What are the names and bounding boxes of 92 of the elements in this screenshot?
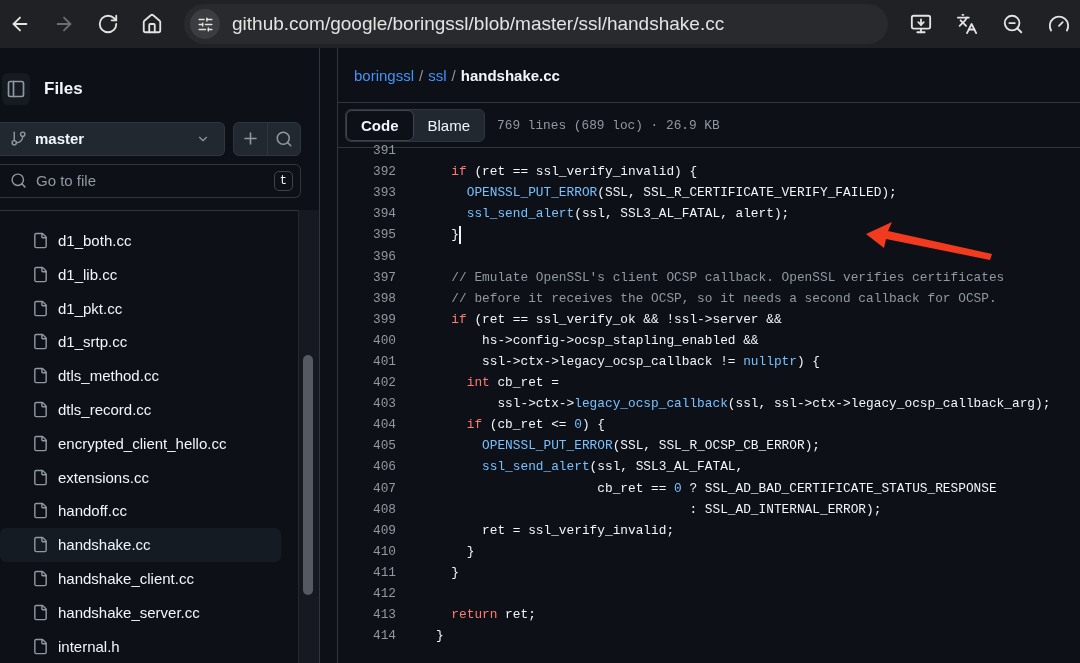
line-number: 408 xyxy=(371,501,396,517)
file-icon xyxy=(32,401,49,418)
breadcrumb-link[interactable]: boringssl xyxy=(354,66,415,84)
code-line: OPENSSL_PUT_ERROR(SSL, SSL_R_CERTIFICATE_VERIFY_FAILED); xyxy=(465,185,897,201)
view-tab[interactable]: Blame xyxy=(413,109,485,141)
code-line: ssl_send_alert(ssl, SSL3_AL_FATAL, alert); xyxy=(465,206,790,222)
shortcut-key: t xyxy=(273,170,293,191)
line-number: 406 xyxy=(371,459,396,475)
url-text: github.com/google/boringssl/blob/master/ssl/handshake.cc xyxy=(232,13,726,35)
line-number: 402 xyxy=(371,375,396,391)
file-item[interactable]: dtls_method.cc xyxy=(0,358,281,393)
line-number: 404 xyxy=(371,417,396,433)
line-number: 412 xyxy=(371,586,396,601)
file-icon xyxy=(32,232,49,250)
file-item[interactable]: extensions.cc xyxy=(0,460,281,494)
code-line: } xyxy=(436,628,444,644)
line-number: 409 xyxy=(371,522,396,538)
line-number: 399 xyxy=(371,311,396,327)
code-line: ret = ssl_verify_invalid; xyxy=(481,522,675,538)
address-bar[interactable]: github.com/google/boringssl/blob/master/ssl/handshake.cc xyxy=(184,4,888,44)
line-number: 403 xyxy=(371,396,396,412)
file-icon xyxy=(32,637,49,655)
code-line: ssl->ctx->legacy_ocsp_callback != nullptr) { xyxy=(481,354,820,369)
file-item[interactable]: handoff.cc xyxy=(0,494,281,528)
file-name: handshake.cc xyxy=(460,66,560,84)
line-number: 413 xyxy=(371,607,396,623)
file-icon xyxy=(32,434,49,452)
file-item[interactable]: dtls_record.cc xyxy=(0,392,281,427)
code-line: // Emulate OpenSSL's client OCSP callback. OpenSSL verifies certificates xyxy=(450,269,1005,285)
line-number: 394 xyxy=(371,206,396,222)
code-line: // before it receives the OCSP, so it needs a second callback for OCSP. xyxy=(450,290,997,306)
code-line: int cb_ret = xyxy=(465,375,559,391)
line-number: 401 xyxy=(371,354,396,369)
scrollbar-thumb[interactable] xyxy=(303,355,313,595)
code-line: if (ret == ssl_verify_invalid) { xyxy=(450,164,698,180)
line-number: 414 xyxy=(371,628,396,644)
file-item[interactable]: d1_both.cc xyxy=(0,223,281,258)
code-line: ssl->ctx->legacy_ocsp_callback(ssl, ssl->ctx->legacy_ocsp_callback_arg); xyxy=(496,396,1051,412)
code-line: if (ret == ssl_verify_ok && !ssl->server && xyxy=(450,311,782,327)
file-item[interactable]: handshake_server.cc xyxy=(0,595,281,630)
breadcrumb-link[interactable]: ssl xyxy=(428,66,447,84)
line-number: 410 xyxy=(371,543,396,559)
file-item[interactable]: d1_lib.cc xyxy=(0,257,281,292)
sidebar-toggle-icon[interactable] xyxy=(2,72,30,105)
file-icon xyxy=(32,468,49,486)
line-number: 395 xyxy=(371,227,396,243)
line-number: 393 xyxy=(371,185,396,201)
line-number: 405 xyxy=(371,438,396,454)
search-icon xyxy=(10,171,27,189)
code-line: if (cb_ret <= 0) { xyxy=(465,417,605,433)
line-number: 397 xyxy=(371,269,396,285)
reload-icon[interactable] xyxy=(97,13,119,35)
branch-selector[interactable]: master xyxy=(0,121,225,156)
file-info: 769 lines (689 loc) · 26.9 KB xyxy=(497,117,720,133)
home-icon[interactable] xyxy=(141,13,163,35)
code-line: return ret; xyxy=(450,607,536,623)
file-icon xyxy=(32,367,49,385)
line-number: 392 xyxy=(371,164,396,180)
file-icon xyxy=(32,536,49,554)
file-icon xyxy=(32,299,49,317)
file-icon xyxy=(32,502,49,520)
file-item[interactable]: handshake_client.cc xyxy=(0,561,281,596)
path-separator: / xyxy=(451,66,456,84)
code-line: : SSL_AD_INTERNAL_ERROR); xyxy=(688,501,882,517)
code-line: OPENSSL_PUT_ERROR(SSL, SSL_R_OCSP_CB_ERROR); xyxy=(481,438,820,454)
file-icon xyxy=(32,333,49,351)
file-item[interactable]: d1_pkt.cc xyxy=(0,291,281,326)
line-number: 407 xyxy=(371,480,396,496)
site-settings-icon[interactable] xyxy=(190,9,220,39)
file-item[interactable]: handshake.cc xyxy=(0,527,281,562)
file-icon xyxy=(32,265,49,283)
search-icon[interactable] xyxy=(275,129,293,148)
file-icon xyxy=(32,570,49,587)
file-item[interactable]: encrypted_client_hello.cc xyxy=(0,426,281,461)
code-line: ssl_send_alert(ssl, SSL3_AL_FATAL, xyxy=(481,459,744,475)
branch-icon xyxy=(10,130,27,148)
line-number: 411 xyxy=(371,564,396,580)
file-icon xyxy=(32,603,49,621)
code-line: cb_ret == 0 ? SSL_AD_BAD_CERTIFICATE_STATUS_RESPONSE xyxy=(596,480,997,496)
code-line: } xyxy=(450,225,462,244)
line-number: 400 xyxy=(371,332,396,348)
code-line: } xyxy=(465,543,475,559)
line-number: 398 xyxy=(371,290,396,306)
sidebar-title: Files xyxy=(44,78,83,99)
code-line: hs->config->ocsp_stapling_enabled && xyxy=(481,332,759,348)
path-separator: / xyxy=(419,66,424,84)
view-tab[interactable]: Code xyxy=(346,109,414,141)
line-number: 396 xyxy=(371,248,396,264)
file-item[interactable]: d1_srtp.cc xyxy=(0,325,281,359)
line-number: 391 xyxy=(371,143,396,159)
code-line: } xyxy=(450,564,460,580)
file-item[interactable]: internal.h xyxy=(0,629,281,663)
